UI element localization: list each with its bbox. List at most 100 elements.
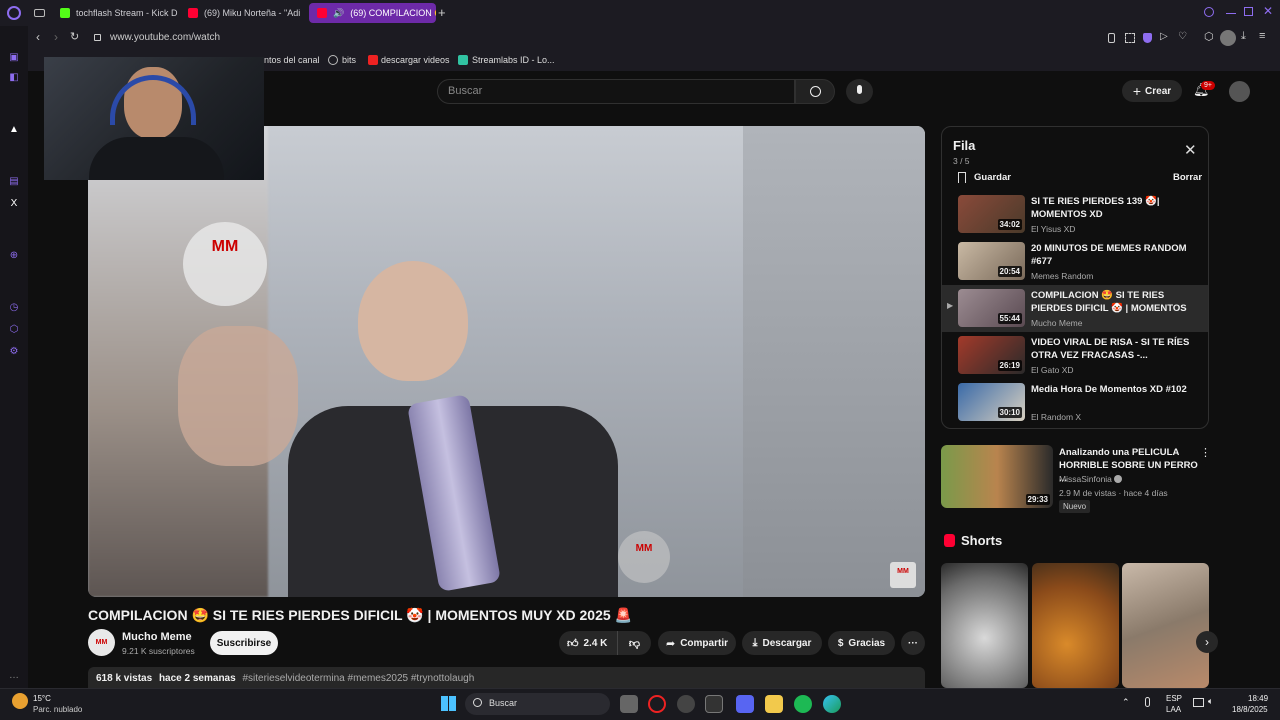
tab-manager-icon[interactable] bbox=[34, 9, 45, 17]
upload-age: hace 2 semanas bbox=[158, 673, 236, 684]
close-icon[interactable]: ✕ bbox=[1184, 141, 1197, 159]
recommendation-thumbnail[interactable]: 29:33 bbox=[941, 445, 1053, 508]
more-icon[interactable]: … bbox=[8, 670, 20, 682]
history-icon[interactable]: ◷ bbox=[8, 302, 20, 314]
add-icon[interactable]: ⊕ bbox=[8, 250, 20, 262]
share-button[interactable]: ➦ Compartir bbox=[658, 631, 736, 655]
description-box[interactable]: 618 k vistas hace 2 semanas #siterieselv… bbox=[88, 667, 925, 688]
extensions-icon[interactable]: ⬡ bbox=[1204, 30, 1214, 43]
snapshot-icon[interactable] bbox=[1125, 33, 1135, 43]
player-icon[interactable]: ▷ bbox=[1160, 31, 1168, 42]
weather-icon[interactable] bbox=[12, 693, 28, 709]
bookmark-item[interactable]: bits bbox=[342, 55, 356, 65]
back-icon[interactable]: ‹ bbox=[36, 30, 40, 44]
maximize-icon[interactable] bbox=[1244, 7, 1253, 16]
voice-search-button[interactable] bbox=[846, 79, 873, 104]
browser-tab-bar: tochflash Stream - Kick D (69) Miku Nort… bbox=[0, 0, 1280, 26]
bookmark-icon[interactable] bbox=[958, 172, 966, 183]
search-button[interactable] bbox=[795, 79, 835, 104]
discord-icon[interactable] bbox=[736, 695, 754, 713]
headset-icon bbox=[110, 75, 196, 125]
recommendation-meta: 2.9 M de vistas · hace 4 días bbox=[1059, 488, 1168, 498]
save-button[interactable]: Guardar bbox=[974, 172, 1011, 183]
mic-tray-icon[interactable] bbox=[1145, 697, 1150, 707]
subscribe-button[interactable]: Suscribirse bbox=[210, 631, 278, 655]
short-thumbnail[interactable] bbox=[1122, 563, 1209, 688]
more-actions-button[interactable]: ··· bbox=[901, 631, 925, 655]
video-player[interactable]: MM MM MM bbox=[88, 126, 925, 597]
opera-gx-icon[interactable] bbox=[648, 695, 666, 713]
queue-item-current[interactable]: ▶ 55:44 COMPILACION 🤩 SI TE RIES PIERDES… bbox=[942, 285, 1208, 332]
reload-icon[interactable]: ↻ bbox=[70, 30, 79, 43]
queue-item[interactable]: 30:10 Media Hora De Momentos XD #102 El … bbox=[942, 379, 1208, 426]
notifications-button[interactable]: 🔔︎ 9+ bbox=[1193, 81, 1215, 98]
url-field[interactable]: www.youtube.com/watch bbox=[110, 32, 220, 43]
create-button[interactable]: + Crear bbox=[1122, 80, 1182, 102]
task-view-icon[interactable] bbox=[620, 695, 638, 713]
minimize-icon[interactable] bbox=[1226, 13, 1236, 14]
workspace-icon[interactable]: ◧ bbox=[8, 72, 20, 84]
download-icon[interactable]: ⤓ bbox=[1241, 30, 1246, 43]
spotify-icon[interactable] bbox=[794, 695, 812, 713]
opera-logo-icon[interactable] bbox=[7, 6, 21, 20]
clock-time[interactable]: 18:49 bbox=[1248, 694, 1268, 703]
shorts-next-button[interactable]: › bbox=[1196, 631, 1218, 653]
vpn-icon[interactable] bbox=[1143, 33, 1152, 43]
download-button[interactable]: ⤓ Descargar bbox=[742, 631, 822, 655]
aria-ai-icon[interactable]: ▲ bbox=[8, 124, 20, 136]
taskbar-search[interactable]: Buscar bbox=[465, 693, 610, 715]
profile-avatar[interactable] bbox=[1220, 30, 1236, 46]
bookmark-item[interactable]: Streamlabs ID - Lo... bbox=[472, 55, 555, 65]
kick-icon bbox=[60, 8, 70, 18]
file-explorer-icon[interactable] bbox=[765, 695, 783, 713]
terminal-icon[interactable] bbox=[705, 695, 723, 713]
forward-icon[interactable]: › bbox=[54, 30, 58, 44]
channel-watermark[interactable]: MM bbox=[890, 562, 916, 588]
tray-chevron-icon[interactable]: ⌃ bbox=[1122, 697, 1130, 708]
edge-icon[interactable] bbox=[823, 695, 841, 713]
hashtags[interactable]: #siterieselvideotermina #memes2025 #tryn… bbox=[242, 673, 474, 684]
queue-item[interactable]: 20:54 20 MINUTOS DE MEMES RANDOM #677 Me… bbox=[942, 238, 1208, 285]
channel-name[interactable]: Mucho Meme bbox=[122, 631, 192, 643]
menu-icon[interactable]: ≡ bbox=[1259, 30, 1265, 42]
bookmark-item[interactable]: descargar videos bbox=[381, 55, 450, 65]
channel-avatar[interactable]: MM bbox=[88, 629, 115, 656]
like-button[interactable]: 👍︎ 2.4 K bbox=[559, 631, 617, 655]
windows-start-icon[interactable] bbox=[441, 696, 456, 711]
network-icon[interactable] bbox=[1193, 698, 1204, 707]
extensions-side-icon[interactable]: ⬡ bbox=[8, 324, 20, 336]
heart-icon[interactable]: ♡ bbox=[1178, 31, 1187, 42]
new-tab-button[interactable]: + bbox=[438, 5, 446, 20]
tab-kick[interactable]: tochflash Stream - Kick D bbox=[52, 3, 180, 23]
thumb-up-icon: 👍︎ bbox=[567, 637, 579, 650]
thanks-button[interactable]: $ Gracias bbox=[828, 631, 895, 655]
language-indicator[interactable]: ESP bbox=[1166, 694, 1182, 703]
settings-icon[interactable]: ⚙ bbox=[8, 346, 20, 358]
kebab-menu-icon[interactable]: ⋮ bbox=[1200, 446, 1211, 459]
account-avatar[interactable] bbox=[1229, 81, 1250, 102]
queue-item[interactable]: 26:19 VIDEO VIRAL DE RISA - SI TE RÍES O… bbox=[942, 332, 1208, 379]
tab-miku[interactable]: (69) Miku Norteña - "Adi bbox=[180, 3, 308, 23]
tab-compilacion[interactable]: 🔊 (69) COMPILACION 🤩 bbox=[309, 3, 436, 23]
dislike-button[interactable]: 👎︎ bbox=[617, 631, 651, 655]
volume-icon[interactable]: 🔈︎ bbox=[1208, 696, 1213, 707]
keyboard-indicator[interactable]: LAA bbox=[1166, 705, 1181, 714]
short-thumbnail[interactable] bbox=[941, 563, 1028, 688]
duration-badge: 55:44 bbox=[997, 313, 1022, 324]
twitch-icon[interactable]: ▤ bbox=[8, 176, 20, 188]
close-window-icon[interactable]: ✕ bbox=[1263, 4, 1273, 18]
x-icon[interactable]: X bbox=[8, 198, 20, 210]
queue-item[interactable]: 34:02 SI TE RIES PIERDES 139 🤡| MOMENTOS… bbox=[942, 191, 1208, 238]
download-site-icon bbox=[368, 55, 378, 65]
clock-date[interactable]: 18/8/2025 bbox=[1232, 705, 1268, 714]
aria-icon[interactable]: ▣ bbox=[8, 52, 20, 64]
short-thumbnail[interactable] bbox=[1032, 563, 1119, 688]
tab-label: (69) Miku Norteña - "Adi bbox=[204, 8, 301, 18]
search-input[interactable]: Buscar bbox=[437, 79, 795, 104]
bookmark-item[interactable]: ntos del canal bbox=[264, 55, 320, 65]
obs-icon[interactable] bbox=[677, 695, 695, 713]
recommendation-channel[interactable]: MissaSinfonia bbox=[1059, 474, 1112, 484]
search-tabs-icon[interactable] bbox=[1204, 7, 1214, 17]
pin-icon[interactable] bbox=[1108, 33, 1115, 43]
clear-button[interactable]: Borrar bbox=[1173, 172, 1202, 183]
